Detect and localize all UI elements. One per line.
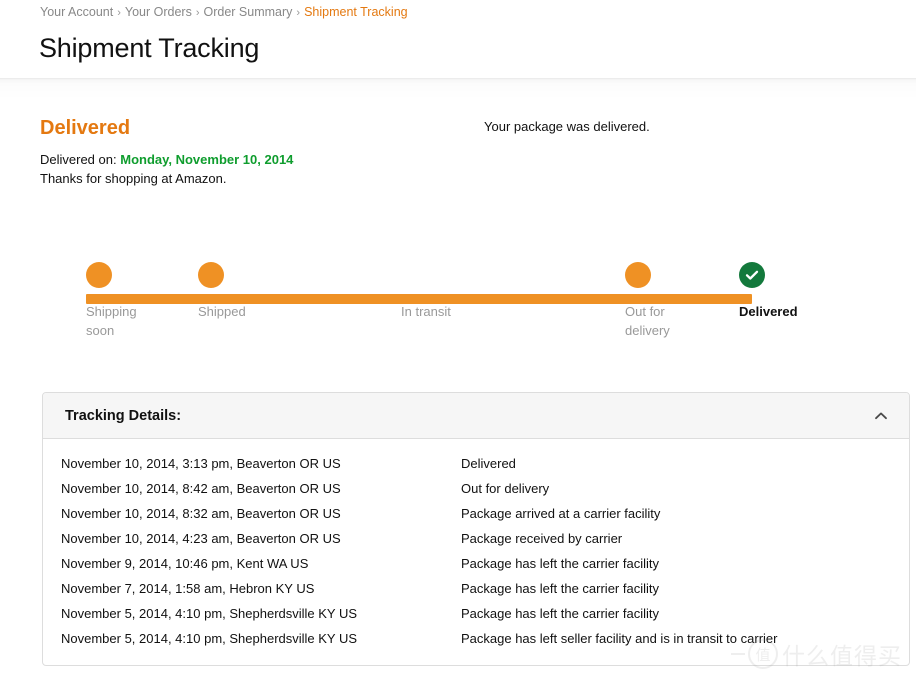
header-divider <box>0 78 916 104</box>
chevron-up-icon[interactable] <box>871 406 891 426</box>
tracking-detail-row: November 9, 2014, 10:46 pm, Kent WA US Pa… <box>43 551 909 576</box>
tracker-node-label: In transit <box>401 304 451 319</box>
tracking-details-header[interactable]: Tracking Details: <box>43 393 909 439</box>
tracking-detail-status: Delivered <box>461 456 516 471</box>
breadcrumb-separator: › <box>195 7 200 19</box>
tracking-details-panel: Tracking Details: November 10, 2014, 3:1… <box>42 392 910 666</box>
tracking-detail-row: November 10, 2014, 8:32 am, Beaverton OR… <box>43 501 909 526</box>
delivered-on-line: Delivered on: Monday, November 10, 2014 <box>40 150 460 169</box>
tracking-detail-row: November 5, 2014, 4:10 pm, Shepherdsvill… <box>43 626 909 651</box>
tracking-detail-status: Package has left the carrier facility <box>461 556 659 571</box>
delivered-on-date: Monday, November 10, 2014 <box>120 152 294 167</box>
breadcrumb-item-your-account[interactable]: Your Account <box>40 5 113 19</box>
tracking-detail-row: November 5, 2014, 4:10 pm, Shepherdsvill… <box>43 601 909 626</box>
tracking-detail-status: Package has left the carrier facility <box>461 606 659 621</box>
tracking-detail-row: November 7, 2014, 1:58 am, Hebron KY US P… <box>43 576 909 601</box>
tracker-dot-icon <box>625 262 651 288</box>
tracking-details-title: Tracking Details: <box>65 407 182 424</box>
tracking-detail-timestamp: November 5, 2014, 4:10 pm, Shepherdsvill… <box>61 606 358 621</box>
tracking-detail-timestamp: November 9, 2014, 10:46 pm, Kent WA US <box>61 556 309 571</box>
package-note: Your package was delivered. <box>484 119 650 134</box>
tracking-detail-timestamp: November 5, 2014, 4:10 pm, Shepherdsvill… <box>61 631 358 646</box>
tracking-details-body: November 10, 2014, 3:13 pm, Beaverton OR… <box>43 439 909 665</box>
tracker-dot-icon <box>86 262 112 288</box>
tracker-node-label: Delivered <box>739 304 798 319</box>
tracker-node-label: Shipping soon <box>86 304 137 338</box>
tracking-detail-timestamp: November 10, 2014, 8:32 am, Beaverton OR… <box>61 506 341 521</box>
breadcrumb: Your Account › Your Orders › Order Summary › S… <box>40 4 408 21</box>
page-title: Shipment Tracking <box>39 33 260 63</box>
tracking-detail-status: Package has left seller facility and is … <box>461 631 778 646</box>
tracking-detail-timestamp: November 10, 2014, 3:13 pm, Beaverton OR… <box>61 456 341 471</box>
tracking-detail-status: Package has left the carrier facility <box>461 581 659 596</box>
tracker-dot-icon <box>198 262 224 288</box>
check-circle-icon <box>739 262 765 288</box>
tracking-detail-timestamp: November 10, 2014, 4:23 am, Beaverton OR… <box>61 531 341 546</box>
tracking-detail-status: Package arrived at a carrier facility <box>461 506 661 521</box>
tracking-detail-timestamp: November 7, 2014, 1:58 am, Hebron KY US <box>61 581 315 596</box>
tracking-detail-row: November 10, 2014, 8:42 am, Beaverton OR… <box>43 476 909 501</box>
delivered-on-label: Delivered on: <box>40 152 117 167</box>
breadcrumb-separator: › <box>296 7 301 19</box>
tracking-detail-row: November 10, 2014, 4:23 am, Beaverton OR… <box>43 526 909 551</box>
tracker-node-label: Out for delivery <box>625 304 670 338</box>
delivery-status-block: Delivered Delivered on: Monday, November… <box>40 116 460 188</box>
tracking-detail-timestamp: November 10, 2014, 8:42 am, Beaverton OR… <box>61 481 341 496</box>
tracking-detail-row: November 10, 2014, 3:13 pm, Beaverton OR… <box>43 451 909 476</box>
breadcrumb-item-order-summary[interactable]: Order Summary <box>204 5 293 19</box>
tracker-node-label: Shipped <box>198 304 246 319</box>
tracking-detail-status: Package received by carrier <box>461 531 623 546</box>
status-heading: Delivered <box>40 117 131 139</box>
breadcrumb-item-your-orders[interactable]: Your Orders <box>125 5 192 19</box>
shipment-progress-tracker: Shipping soon Shipped In transit Out for de… <box>0 236 916 356</box>
breadcrumb-item-shipment-tracking: Shipment Tracking <box>304 5 408 19</box>
tracking-detail-status: Out for delivery <box>461 481 550 496</box>
thanks-line: Thanks for shopping at Amazon. <box>40 171 227 186</box>
breadcrumb-separator: › <box>117 7 121 19</box>
